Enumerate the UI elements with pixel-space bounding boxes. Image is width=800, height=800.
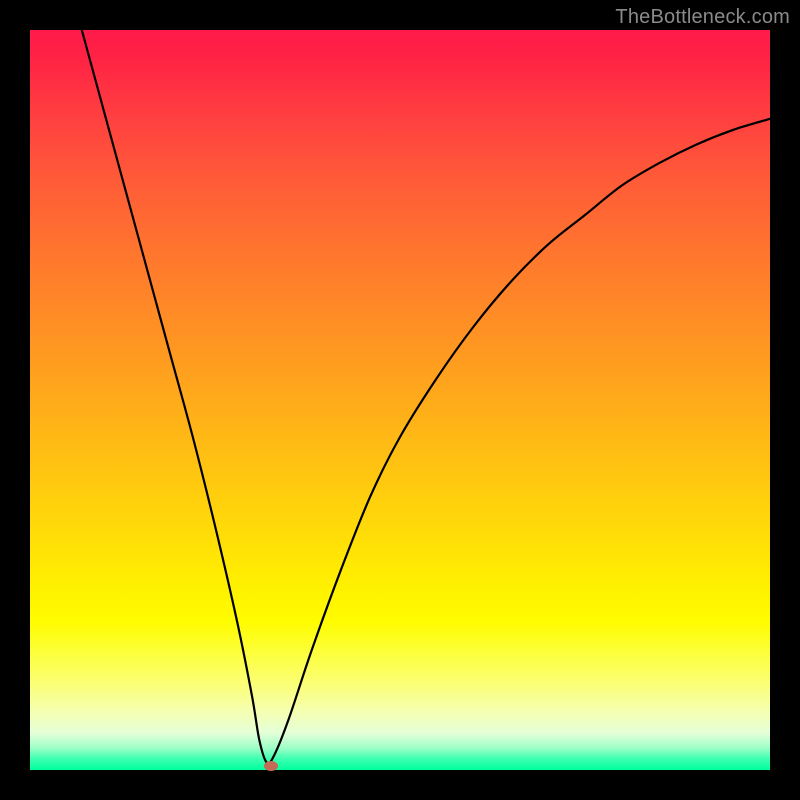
minimum-marker — [264, 761, 278, 771]
watermark-text: TheBottleneck.com — [615, 6, 790, 29]
plot-area — [30, 30, 770, 770]
bottleneck-curve — [82, 30, 770, 764]
curve-svg — [30, 30, 770, 770]
chart-container: TheBottleneck.com — [0, 0, 800, 800]
